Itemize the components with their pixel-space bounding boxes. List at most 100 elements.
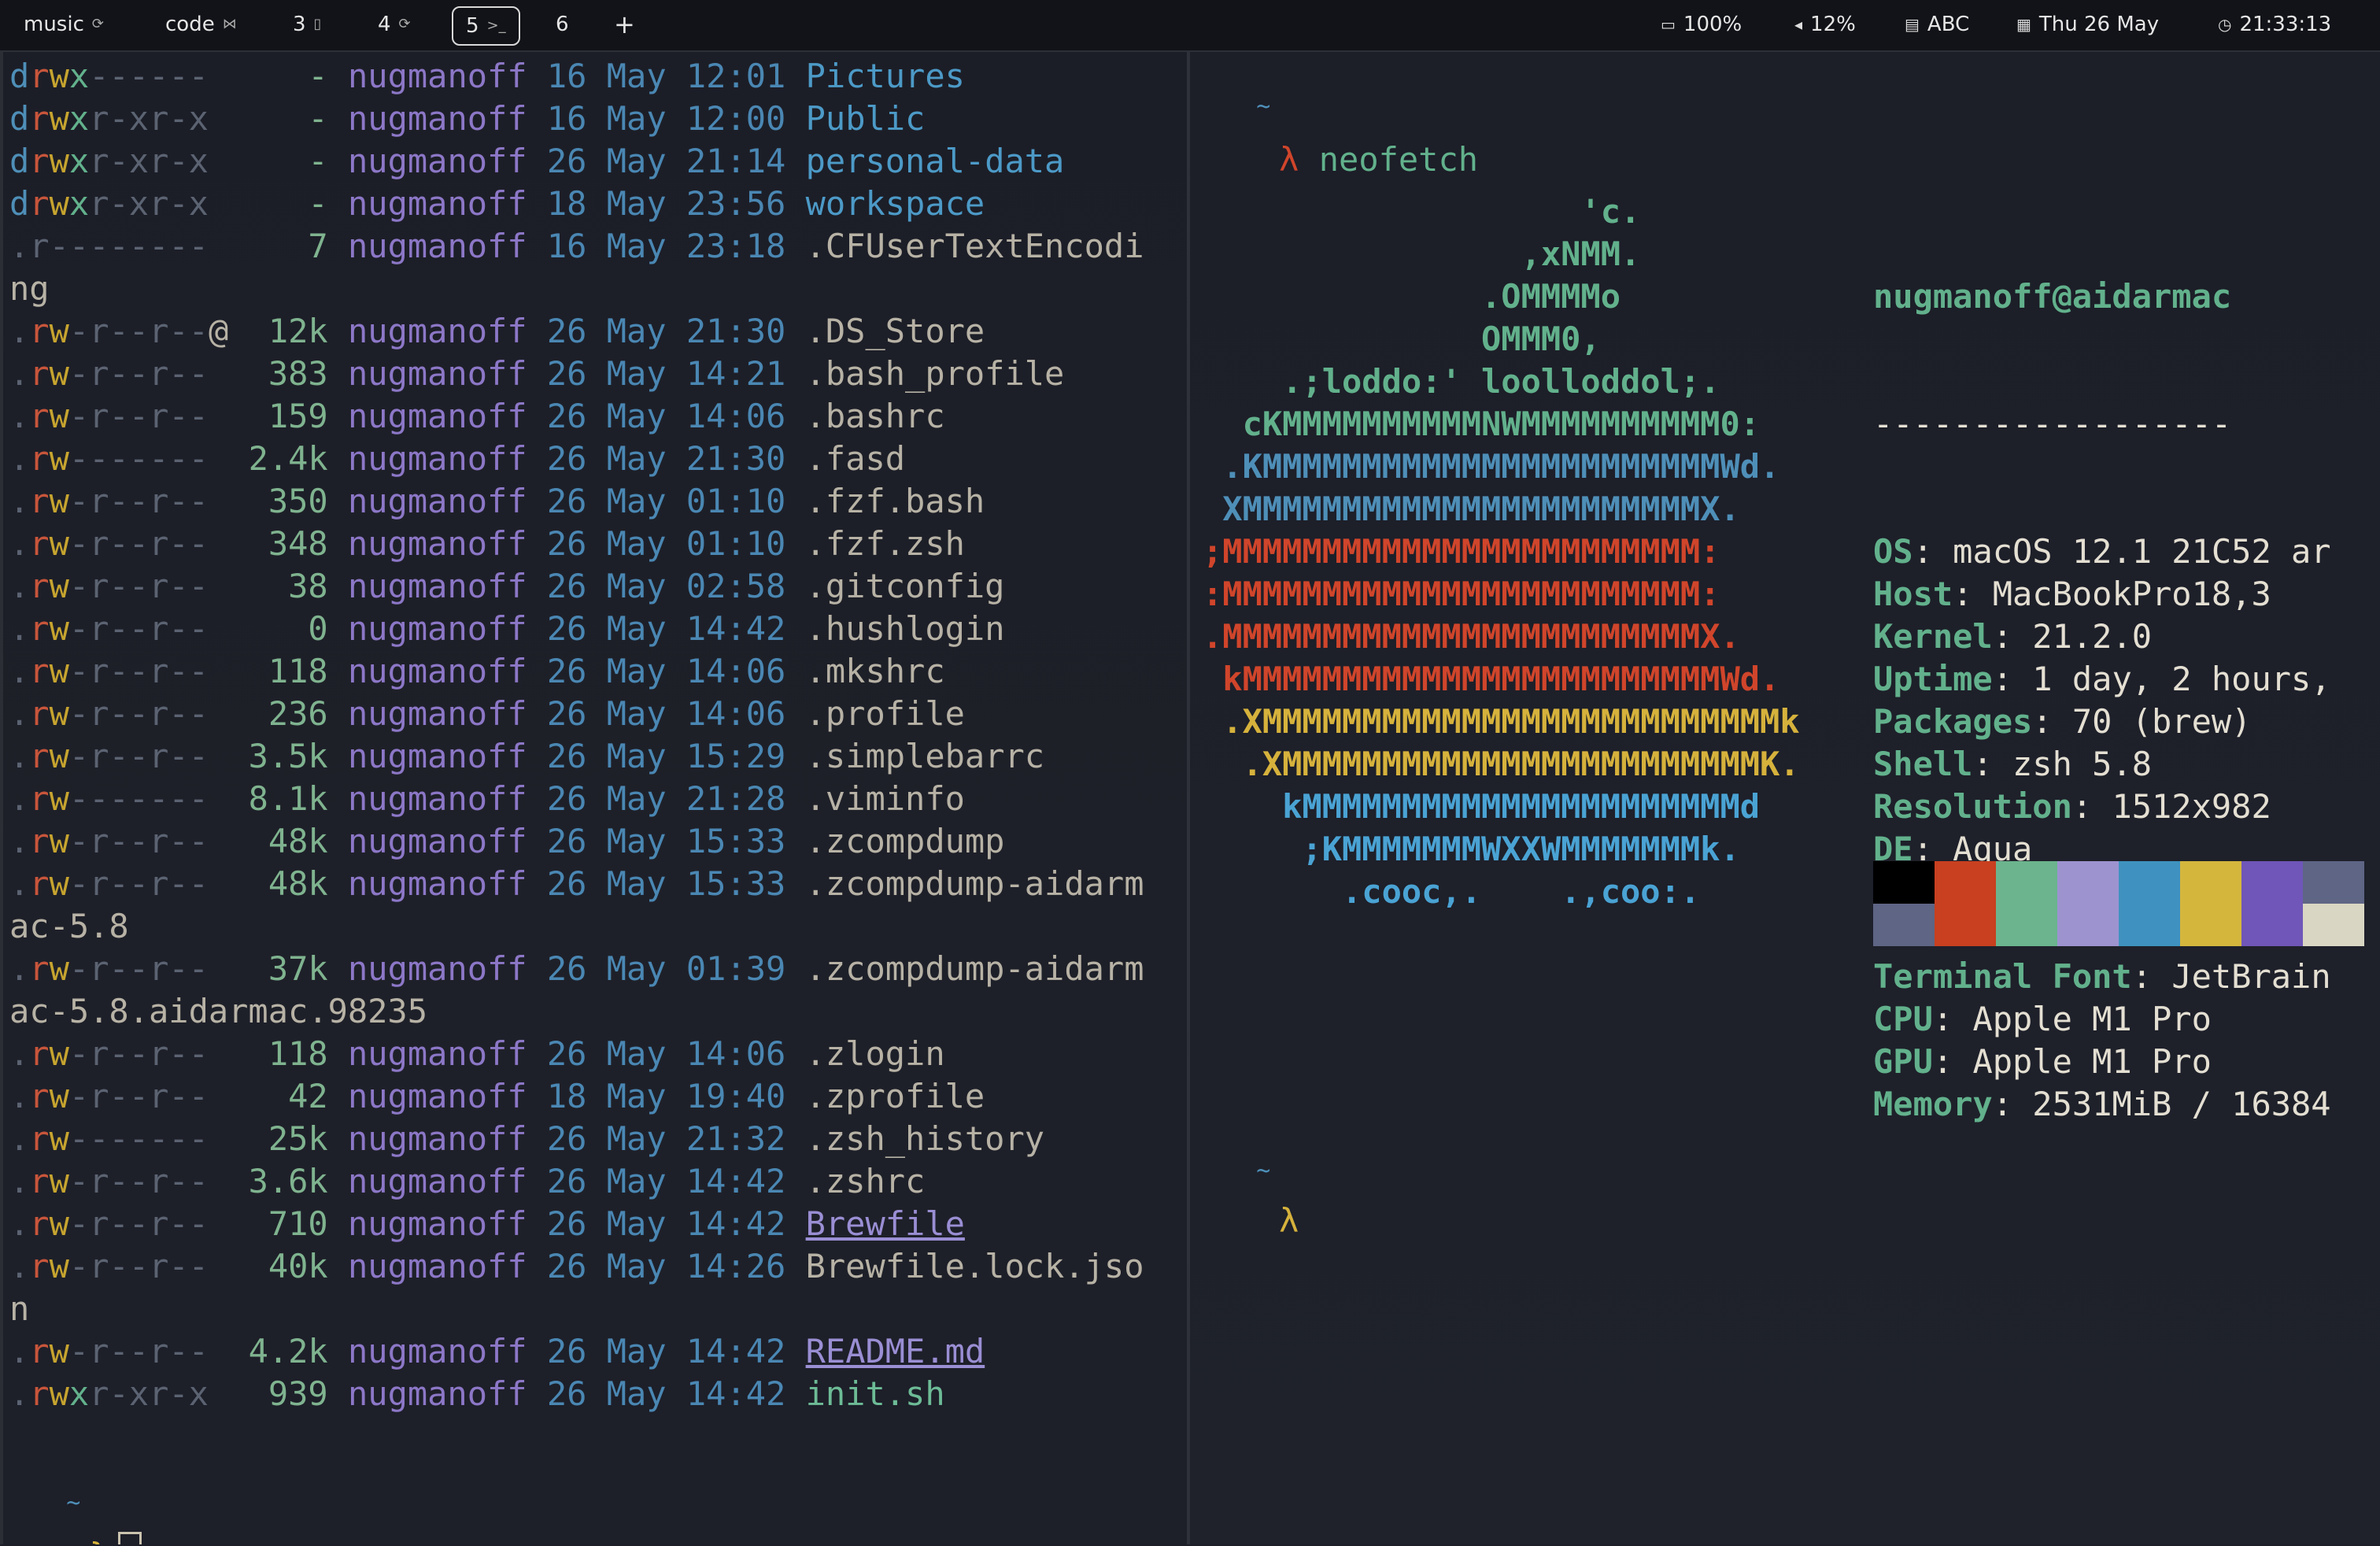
info-value: 21.2.0 [2032, 617, 2153, 656]
info-line: CPU: Apple M1 Pro [1873, 998, 2331, 1041]
file-name: .simplebarrc [805, 737, 1045, 775]
file-size: 159 [268, 397, 328, 435]
file-name-wrap: ac-5.8.aidarmac.98235 [9, 992, 428, 1030]
file-row[interactable]: drwxr-xr-x - nugmanoff 18 May 23:56 work… [9, 183, 1144, 225]
file-row[interactable]: .rw-r--r-- 236 nugmanoff 26 May 14:06 .p… [9, 693, 1144, 735]
file-permissions: .rw-r--r--@ [9, 312, 229, 350]
file-row[interactable]: .rw-r--r-- 4.2k nugmanoff 26 May 14:42 R… [9, 1330, 1144, 1373]
file-date: 26 May 21:30 [546, 439, 786, 478]
file-name-wrap: ng [9, 269, 50, 308]
color-swatch [1873, 904, 1935, 946]
file-owner: nugmanoff [348, 227, 527, 265]
file-row[interactable]: drwxr-xr-x - nugmanoff 16 May 12:00 Publ… [9, 98, 1144, 140]
file-date: 26 May 14:06 [546, 1034, 786, 1073]
file-name: .fasd [805, 439, 906, 478]
info-line: GPU: Apple M1 Pro [1873, 1041, 2331, 1083]
file-name: .DS_Store [805, 312, 985, 350]
file-row[interactable]: drwxr-xr-x - nugmanoff 26 May 21:14 pers… [9, 140, 1144, 183]
calendar-icon: ▦ [2016, 15, 2031, 34]
file-date: 16 May 12:00 [546, 99, 786, 138]
top-status-bar: music ⟳ code ⋈ 3 ▯ 4 ⟳ 5 >_ 6 + ▭ 100% ◂ 12% ▤ ABC… [0, 0, 2380, 52]
terminal-icon: >_ [486, 17, 506, 34]
file-row[interactable]: .rw-r--r-- 383 nugmanoff 26 May 14:21 .b… [9, 353, 1144, 395]
terminal-pane-left[interactable]: drwx------ - nugmanoff 16 May 12:01 Pict… [0, 52, 1190, 1544]
file-owner: nugmanoff [348, 652, 527, 690]
file-owner: nugmanoff [348, 1247, 527, 1285]
command-text: neofetch [1318, 140, 1479, 179]
workspace-4[interactable]: 4 ⟳ [378, 6, 411, 43]
file-row[interactable]: .r-------- 7 nugmanoff 16 May 23:18 .CFU… [9, 225, 1144, 268]
file-name: .hushlogin [805, 609, 1005, 648]
file-row[interactable]: drwx------ - nugmanoff 16 May 12:01 Pict… [9, 55, 1144, 98]
workspace-1[interactable]: music ⟳ [24, 6, 104, 43]
info-line: Memory: 2531MiB / 16384 [1873, 1083, 2331, 1126]
file-name: .mkshrc [805, 652, 945, 690]
workspace-3[interactable]: 3 ▯ [293, 6, 321, 43]
file-row[interactable]: .rw-r--r-- 710 nugmanoff 26 May 14:42 Br… [9, 1203, 1144, 1245]
file-row[interactable]: .rw------- 25k nugmanoff 26 May 21:32 .z… [9, 1118, 1144, 1160]
file-permissions: drwxr-xr-x [9, 142, 209, 180]
file-name: .zsh_history [805, 1119, 1045, 1158]
file-name: .CFUserTextEncodi [805, 227, 1144, 265]
file-name: .profile [805, 694, 965, 733]
phone-icon: ▯ [313, 16, 322, 32]
terminal-pane-right[interactable]: ~ λ neofetch 'c. ,xNMM. .OMMMMo OMMM0, .… [1190, 52, 2380, 1544]
info-colon: : [2071, 787, 2112, 826]
file-row[interactable]: .rw-r--r-- 118 nugmanoff 26 May 14:06 .z… [9, 1033, 1144, 1075]
file-row[interactable]: .rwxr-xr-x 939 nugmanoff 26 May 14:42 in… [9, 1373, 1144, 1415]
color-swatch [2180, 904, 2241, 946]
file-owner: nugmanoff [348, 737, 527, 775]
logo-line: .XMMMMMMMMMMMMMMMMMMMMMMMMMMk [1203, 702, 1800, 741]
info-line: Kernel: 21.2.0 [1873, 616, 2331, 658]
file-row[interactable]: .rw-r--r--@ 12k nugmanoff 26 May 21:30 .… [9, 310, 1144, 353]
file-size: 2.4k [248, 439, 328, 478]
file-row[interactable]: .rw-r--r-- 3.5k nugmanoff 26 May 15:29 .… [9, 735, 1144, 778]
file-row[interactable]: .rw-r--r-- 118 nugmanoff 26 May 14:06 .m… [9, 650, 1144, 693]
file-owner: nugmanoff [348, 949, 527, 988]
file-row[interactable]: .rw-r--r-- 3.6k nugmanoff 26 May 14:42 .… [9, 1160, 1144, 1203]
file-row[interactable]: .rw-r--r-- 38 nugmanoff 26 May 02:58 .gi… [9, 565, 1144, 608]
logo-line: cKMMMMMMMMMMNWMMMMMMMMMM0: [1203, 405, 1761, 443]
file-row[interactable]: .rw-r--r-- 159 nugmanoff 26 May 14:06 .b… [9, 395, 1144, 438]
file-owner: nugmanoff [348, 312, 527, 350]
battery-icon: ▭ [1661, 15, 1676, 34]
info-key: Uptime [1873, 660, 1993, 698]
workspace-5[interactable]: 5 >_ [452, 6, 520, 46]
workspace-6[interactable]: 6 [556, 6, 569, 43]
clock-status[interactable]: ◷ 21:33:13 [2218, 6, 2331, 43]
file-row[interactable]: .rw-r--r-- 42 nugmanoff 18 May 19:40 .zp… [9, 1075, 1144, 1118]
file-row[interactable]: .rw------- 8.1k nugmanoff 26 May 21:28 .… [9, 778, 1144, 820]
file-row[interactable]: .rw-r--r-- 48k nugmanoff 26 May 15:33 .z… [9, 820, 1144, 863]
date-status[interactable]: ▦ Thu 26 May [2016, 6, 2159, 43]
prompt-line-right[interactable]: λ [1199, 1157, 1299, 1285]
add-workspace-button[interactable]: + [614, 6, 635, 43]
logo-line: 'c. [1203, 192, 1641, 231]
file-size: 48k [268, 822, 328, 860]
file-owner: nugmanoff [348, 99, 527, 138]
file-date: 26 May 14:42 [546, 1374, 786, 1413]
file-size: 3.5k [248, 737, 328, 775]
apple-ascii-logo: 'c. ,xNMM. .OMMMMo OMMM0, .;loddo:' lool… [1203, 190, 1800, 913]
file-row[interactable]: .rw-r--r-- 40k nugmanoff 26 May 14:26 Br… [9, 1245, 1144, 1288]
info-line: Terminal Font: JetBrain [1873, 956, 2331, 998]
file-row[interactable]: .rw-r--r-- 0 nugmanoff 26 May 14:42 .hus… [9, 608, 1144, 650]
file-permissions: .r-------- [9, 227, 209, 265]
volume-status[interactable]: ◂ 12% [1794, 6, 1856, 43]
battery-status[interactable]: ▭ 100% [1661, 6, 1742, 43]
color-swatch [2303, 861, 2364, 904]
file-row[interactable]: .rw------- 2.4k nugmanoff 26 May 21:30 .… [9, 438, 1144, 480]
prompt-line-left[interactable]: λ [9, 1489, 142, 1544]
file-row[interactable]: .rw-r--r-- 48k nugmanoff 26 May 15:33 .z… [9, 863, 1144, 905]
file-date: 18 May 19:40 [546, 1077, 786, 1115]
logo-line: .cooc,. .,coo:. [1203, 872, 1701, 911]
file-name: Brewfile [805, 1204, 965, 1243]
input-source-status[interactable]: ▤ ABC [1905, 6, 1969, 43]
info-value: macOS 12.1 21C52 ar [1953, 532, 2331, 571]
system-info: nugmanoff@aidarmac ------------------ OS… [1873, 190, 2331, 1211]
file-row[interactable]: .rw-r--r-- 348 nugmanoff 26 May 01:10 .f… [9, 523, 1144, 565]
file-name: Brewfile.lock.jso [805, 1247, 1144, 1285]
workspace-2[interactable]: code ⋈ [165, 6, 237, 43]
color-swatch [1935, 861, 1996, 904]
file-row[interactable]: .rw-r--r-- 350 nugmanoff 26 May 01:10 .f… [9, 480, 1144, 523]
file-row[interactable]: .rw-r--r-- 37k nugmanoff 26 May 01:39 .z… [9, 948, 1144, 990]
